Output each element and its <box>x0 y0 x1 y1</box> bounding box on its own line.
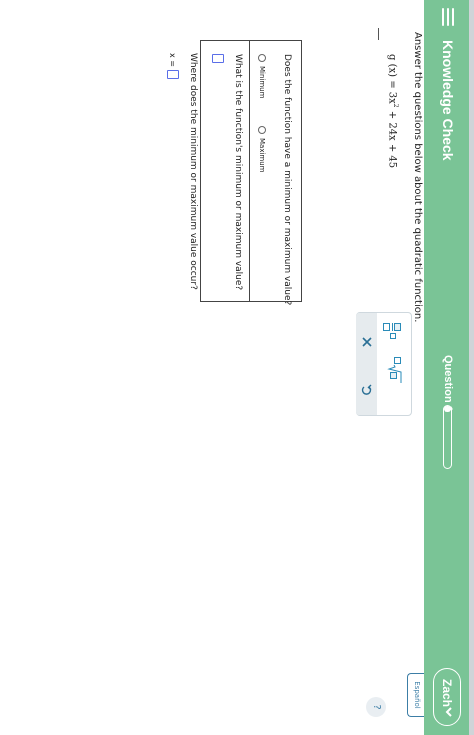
option-maximum[interactable]: Maximum <box>254 126 266 173</box>
function-lhs: g (x) = 3x <box>386 54 398 104</box>
user-name: Zach <box>440 679 454 708</box>
fraction-icon[interactable] <box>381 323 403 339</box>
top-browser-strip <box>469 0 474 735</box>
question-label: Question 1 <box>442 355 454 412</box>
q1-text: Does the function have a minimum or maxi… <box>282 54 292 306</box>
option-minimum[interactable]: Minimum <box>254 54 266 98</box>
option-maximum-label: Maximum <box>258 138 266 173</box>
function-rhs: + 24x + 45 <box>386 107 398 169</box>
language-link[interactable]: Español <box>407 673 424 717</box>
q2-text: What is the function's minimum or maximu… <box>233 54 243 291</box>
chevron-down-icon <box>445 707 452 717</box>
math-toolbar <box>356 312 412 416</box>
text-caret <box>378 28 379 40</box>
question-min-max-type: Does the function have a minimum or maxi… <box>249 41 301 305</box>
user-menu-button[interactable]: Zach <box>433 668 461 726</box>
radio-maximum[interactable] <box>258 126 266 134</box>
menu-icon[interactable] <box>439 8 457 26</box>
option-minimum-label: Minimum <box>258 66 266 99</box>
radio-minimum[interactable] <box>258 54 266 62</box>
problem-prompt: Answer the questions below about the qua… <box>412 32 423 323</box>
header-bar: Knowledge Check Question 1 Zach <box>424 0 469 735</box>
toolbar-action-bar <box>356 313 377 415</box>
mixed-square-root-icon[interactable] <box>385 357 403 383</box>
undo-icon[interactable] <box>360 383 374 397</box>
value-answer-box[interactable] <box>212 54 224 63</box>
header-title: Knowledge Check <box>440 40 456 161</box>
question-min-max-value: What is the function's minimum or maximu… <box>203 41 249 301</box>
function-equation: g (x) = 3x2 + 24x + 45 <box>387 54 399 168</box>
x-answer-box[interactable] <box>167 70 179 79</box>
q3-text: Where does the minimum or maximum value … <box>188 53 198 290</box>
page-canvas: Knowledge Check Question 1 Zach Español … <box>0 0 474 735</box>
progress-bar <box>443 405 452 469</box>
question-panel: Does the function have a minimum or maxi… <box>200 40 302 305</box>
progress-fill <box>444 406 451 413</box>
help-icon[interactable]: ? <box>366 697 386 717</box>
x-equals-label: x = <box>168 53 177 67</box>
clear-x-icon[interactable] <box>360 335 374 349</box>
